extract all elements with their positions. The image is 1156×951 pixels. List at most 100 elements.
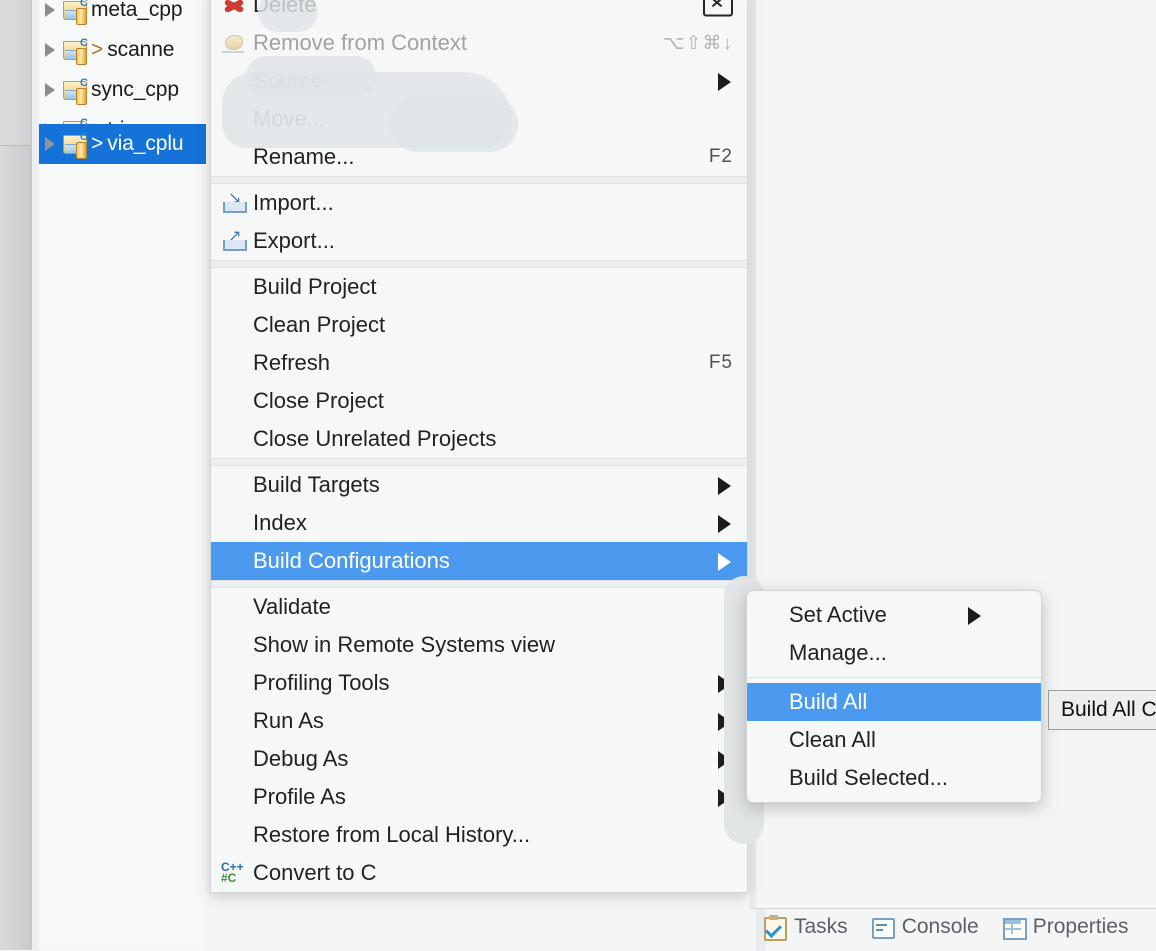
submenu-separator — [747, 677, 1041, 678]
tab-properties[interactable]: Properties — [1001, 915, 1129, 939]
menu-item-profiling-tools[interactable]: Profiling Tools — [211, 664, 747, 702]
submenu-arrow-icon — [718, 515, 731, 533]
tree-item-sync_cpp[interactable]: C sync_cpp — [39, 70, 206, 110]
cpp-project-folder-icon: C — [61, 37, 91, 63]
submenu-item-manage[interactable]: Manage... — [747, 634, 1041, 672]
submenu-item-label: Manage... — [789, 640, 1027, 666]
menu-item-clean-project[interactable]: Clean Project — [211, 306, 747, 344]
submenu-item-set-active[interactable]: Set Active — [747, 596, 1041, 634]
menu-item-label: Show in Remote Systems view — [253, 632, 733, 658]
tree-item-via_cplu-selected[interactable]: C > via_cplu — [39, 124, 206, 164]
menu-item-label: Clean Project — [253, 312, 733, 338]
expand-arrow-icon[interactable] — [39, 137, 61, 151]
menu-item-close-project[interactable]: Close Project — [211, 382, 747, 420]
expand-arrow-icon[interactable] — [39, 83, 61, 97]
menu-item-show-in-remote-systems-view[interactable]: Show in Remote Systems view — [211, 626, 747, 664]
menu-item-label: Profiling Tools — [253, 670, 733, 696]
menu-item-delete[interactable]: Delete — [211, 0, 747, 24]
submenu-item-label: Build Selected... — [789, 765, 1027, 791]
cpp-project-folder-icon: C — [61, 0, 91, 23]
menu-item-build-project[interactable]: Build Project — [211, 268, 747, 306]
menu-item-label: Convert to C — [253, 860, 733, 886]
menu-item-label: Move... — [253, 106, 733, 132]
menu-item-label: Close Project — [253, 388, 733, 414]
menu-item-build-configurations[interactable]: Build Configurations — [211, 542, 747, 580]
menu-item-run-as[interactable]: Run As — [211, 702, 747, 740]
menu-item-debug-as[interactable]: Debug As — [211, 740, 747, 778]
menu-item-export[interactable]: ↗ Export... — [211, 222, 747, 260]
submenu-item-build-selected[interactable]: Build Selected... — [747, 759, 1041, 797]
menu-item-label: Debug As — [253, 746, 733, 772]
menu-item-label: Delete — [253, 0, 733, 18]
remove-from-context-icon — [221, 30, 247, 56]
submenu-item-clean-all[interactable]: Clean All — [747, 721, 1041, 759]
tasks-icon — [762, 916, 786, 938]
cpp-project-folder-icon: C — [61, 131, 91, 157]
bottom-view-tabs: Tasks Console Properties — [762, 915, 1128, 939]
tree-item-label: sync_cpp — [91, 78, 179, 102]
submenu-arrow-icon — [718, 553, 731, 571]
menu-item-label: Build Project — [253, 274, 733, 300]
tab-label: Tasks — [794, 915, 848, 939]
menu-item-refresh[interactable]: Refresh F5 — [211, 344, 747, 382]
menu-item-label: Remove from Context — [253, 30, 639, 56]
tooltip-text: Build All C — [1061, 698, 1156, 722]
menu-item-accelerator: F2 — [709, 146, 733, 168]
menu-separator — [211, 260, 747, 268]
submenu-item-label: Build All — [789, 689, 1027, 715]
menu-item-rename[interactable]: Rename... F2 — [211, 138, 747, 176]
ide-left-rail-button[interactable] — [0, 0, 32, 146]
menu-item-label: Validate — [253, 594, 733, 620]
menu-separator — [211, 458, 747, 466]
menu-item-label: Refresh — [253, 350, 685, 376]
submenu-arrow-icon — [718, 73, 731, 91]
menu-item-index[interactable]: Index — [211, 504, 747, 542]
menu-item-remove-from-context[interactable]: Remove from Context ⌥⇧⌘↓ — [211, 24, 747, 62]
menu-separator — [211, 176, 747, 184]
tab-label: Properties — [1033, 915, 1129, 939]
menu-item-label: Index — [253, 510, 733, 536]
build-configurations-submenu: Set Active Manage... Build All Clean All… — [746, 590, 1042, 803]
tab-console[interactable]: Console — [870, 915, 979, 939]
submenu-arrow-icon — [718, 477, 731, 495]
project-context-menu: Delete Remove from Context ⌥⇧⌘↓ Source M… — [210, 0, 748, 893]
tab-tasks[interactable]: Tasks — [762, 915, 848, 939]
menu-item-build-targets[interactable]: Build Targets — [211, 466, 747, 504]
import-tray-icon: ↘ — [221, 190, 247, 216]
menu-item-label: Build Targets — [253, 472, 733, 498]
submenu-item-label: Set Active — [789, 602, 1027, 628]
menu-separator — [211, 580, 747, 588]
tree-item-scanne[interactable]: C > scanne — [39, 30, 206, 70]
expand-arrow-icon[interactable] — [39, 3, 61, 17]
menu-item-label: Profile As — [253, 784, 733, 810]
menu-item-label: Source — [253, 68, 733, 94]
tree-item-meta_cpp[interactable]: C meta_cpp — [39, 0, 206, 30]
tree-item-label: meta_cpp — [91, 0, 182, 22]
tree-panel-gutter — [32, 0, 39, 950]
menu-item-label: Run As — [253, 708, 733, 734]
menu-item-label: Rename... — [253, 144, 685, 170]
menu-item-source[interactable]: Source — [211, 62, 747, 100]
submenu-item-label: Clean All — [789, 727, 1027, 753]
tree-item-prefix: > — [91, 38, 103, 62]
menu-item-validate[interactable]: Validate — [211, 588, 747, 626]
submenu-arrow-icon — [968, 607, 981, 625]
properties-icon — [1001, 916, 1025, 938]
console-icon — [870, 916, 894, 938]
menu-item-accelerator: ⌥⇧⌘↓ — [663, 32, 733, 55]
menu-item-label: Export... — [253, 228, 733, 254]
bottom-view-panel: Tasks Console Properties — [750, 908, 1156, 951]
expand-arrow-icon[interactable] — [39, 43, 61, 57]
menu-item-profile-as[interactable]: Profile As — [211, 778, 747, 816]
menu-item-accelerator: F5 — [709, 352, 733, 374]
tree-item-label: via_cplu — [107, 132, 183, 156]
submenu-item-build-all[interactable]: Build All — [747, 683, 1041, 721]
menu-item-close-unrelated-projects[interactable]: Close Unrelated Projects — [211, 420, 747, 458]
build-all-tooltip: Build All C — [1048, 690, 1156, 730]
menu-item-convert-to-c[interactable]: C++#C Convert to C — [211, 854, 747, 892]
convert-to-c-icon: C++#C — [221, 860, 247, 886]
menu-item-label: Close Unrelated Projects — [253, 426, 733, 452]
menu-item-import[interactable]: ↘ Import... — [211, 184, 747, 222]
menu-item-restore-from-local-history[interactable]: Restore from Local History... — [211, 816, 747, 854]
menu-item-move[interactable]: Move... — [211, 100, 747, 138]
